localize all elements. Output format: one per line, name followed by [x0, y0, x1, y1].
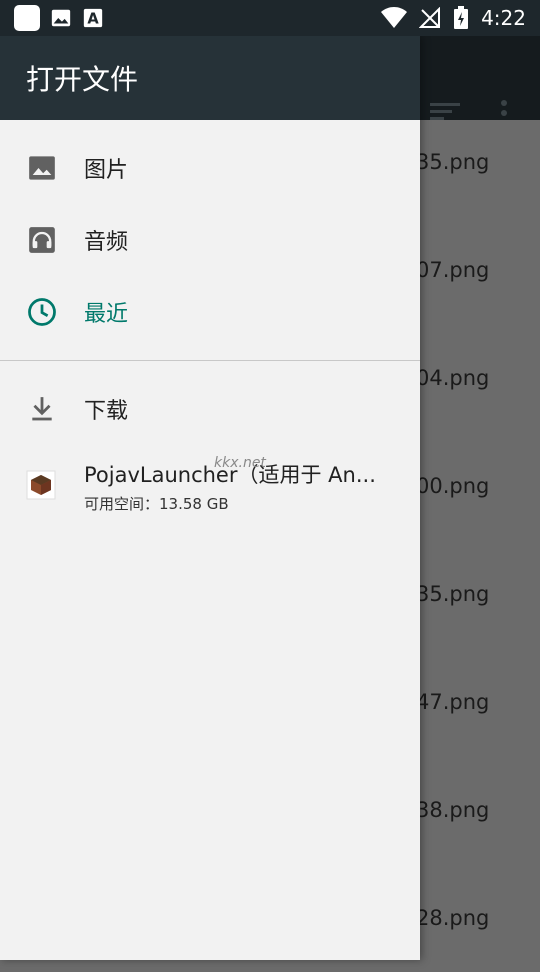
download-icon — [26, 393, 58, 425]
drawer-title: 打开文件 — [26, 63, 139, 96]
list-item[interactable]: 35.png — [416, 108, 540, 216]
drawer-item-label: 下载 — [84, 399, 129, 424]
list-item[interactable]: 28.png — [416, 864, 540, 972]
list-item[interactable]: 47.png — [416, 648, 540, 756]
battery-charging-icon — [454, 6, 469, 29]
storage-free-space: 可用空间：13.58 GB — [84, 494, 229, 513]
drawer-item-audio[interactable]: 音频 — [0, 204, 420, 276]
list-item[interactable]: 04.png — [416, 324, 540, 432]
svg-text:A: A — [87, 11, 99, 28]
drawer-item-label: 最近 — [84, 302, 129, 327]
font-notification-icon: A — [83, 8, 103, 28]
drawer-header: 打开文件 — [0, 36, 420, 120]
drawer-divider — [0, 360, 420, 361]
image-notification-icon — [51, 9, 71, 27]
drawer-item-recent[interactable]: 最近 — [0, 276, 420, 348]
headphones-icon — [26, 224, 58, 256]
drawer-item-images[interactable]: 图片 — [0, 132, 420, 204]
watermark: kkx.net — [214, 455, 266, 471]
drawer-item-storage[interactable]: PojavLauncher（适用于 An... 可用空间：13.58 GB — [0, 445, 420, 527]
drawer-item-label: 图片 — [84, 158, 129, 183]
wifi-icon — [381, 7, 408, 28]
drawer-item-label: 音频 — [84, 230, 129, 255]
drawer-roots-list: 图片 音频 最近 下载 PojavLauncher（适用于 An... 可用空间… — [0, 120, 420, 527]
clock-icon — [26, 296, 58, 328]
navigation-drawer: 打开文件 图片 音频 最近 下载 PojavLauncher（适用于 An...… — [0, 36, 420, 960]
drawer-item-downloads[interactable]: 下载 — [0, 373, 420, 445]
status-bar: A 4:22 — [0, 0, 540, 36]
image-icon — [26, 152, 58, 184]
clock-time: 4:22 — [481, 6, 526, 30]
list-item[interactable]: 35.png — [416, 540, 540, 648]
no-signal-icon — [419, 7, 441, 28]
list-item[interactable]: 00.png — [416, 432, 540, 540]
list-item[interactable]: 38.png — [416, 756, 540, 864]
app-square-icon — [14, 5, 40, 31]
minecraft-block-icon — [26, 470, 58, 502]
list-item[interactable]: 07.png — [416, 216, 540, 324]
